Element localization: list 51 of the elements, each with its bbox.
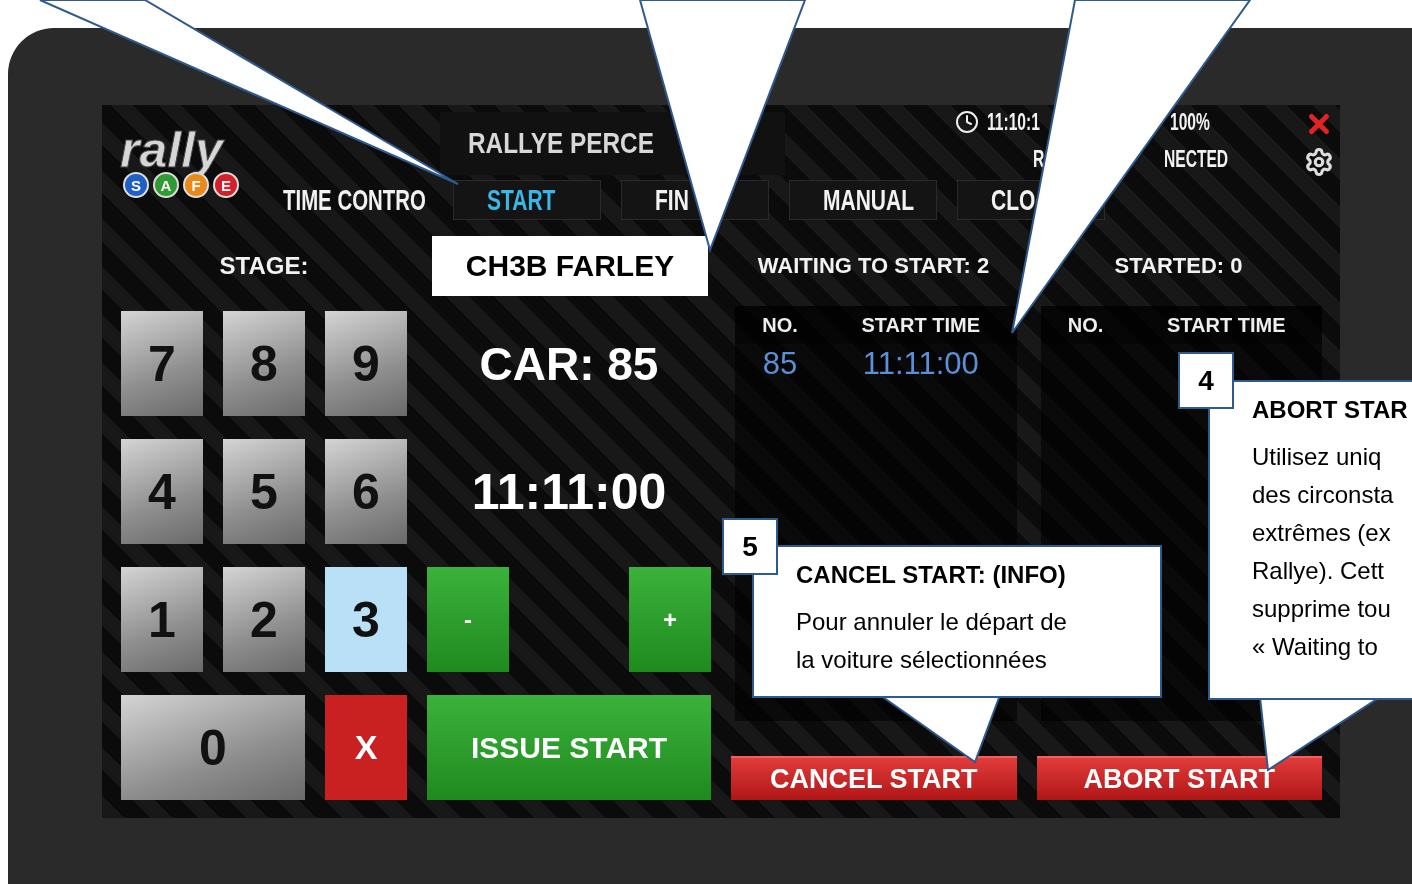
connection-status: NECTED — [1164, 145, 1229, 173]
callout-text: supprime tou — [1252, 594, 1392, 624]
keypad-key[interactable]: X — [325, 695, 407, 800]
callout-text: des circonsta — [1252, 480, 1395, 510]
battery-level: 100% — [1170, 108, 1210, 136]
action-button[interactable]: ABORT START — [1036, 756, 1322, 800]
callout-text: Rallye). Cett — [1252, 556, 1386, 586]
start-time: 11:11:00 — [470, 462, 668, 522]
callout-title: CANCEL START: (INFO) — [796, 561, 1067, 589]
callout-number: 4 — [1178, 352, 1234, 409]
callout-number: 5 — [722, 518, 778, 575]
tab[interactable]: START — [453, 180, 601, 220]
table-cell-text: 11:11:00 — [861, 346, 980, 382]
issue-start-button[interactable]: ISSUE START — [427, 695, 711, 800]
event-title: RALLYE PERCE — [468, 127, 654, 160]
waiting-count: WAITING TO START: 2 — [757, 252, 990, 279]
callout-text: Utilisez uniq — [1252, 442, 1383, 472]
keypad-key[interactable]: 9 — [325, 311, 407, 416]
connection-status: R — [1033, 145, 1045, 173]
keypad-key[interactable]: 1 — [121, 567, 203, 672]
settings-icon[interactable] — [1304, 147, 1334, 177]
keypad-key[interactable]: 6 — [325, 439, 407, 544]
callout-text: Pour annuler le départ de — [796, 607, 1068, 637]
keypad-key[interactable]: 8 — [223, 311, 305, 416]
increment-button[interactable]: + — [629, 567, 711, 672]
keypad-key[interactable]: 2 — [223, 567, 305, 672]
stage-label: STAGE: — [219, 251, 309, 280]
keypad-key[interactable]: 0 — [121, 695, 305, 800]
callout-title: ABORT STAR — [1252, 396, 1409, 424]
keypad-key[interactable]: 4 — [121, 439, 203, 544]
car-number: CAR: 85 — [478, 336, 660, 392]
clock-time: 11:10:1 — [987, 108, 1040, 136]
keypad-key[interactable]: 7 — [121, 311, 203, 416]
callout-text: la voiture sélectionnées — [796, 645, 1048, 675]
action-button[interactable]: CANCEL START — [731, 756, 1017, 800]
callout-text: extrêmes (ex — [1252, 518, 1392, 548]
column-header: START TIME — [1166, 313, 1287, 337]
callout-text: « Waiting to — [1252, 632, 1379, 662]
keypad-key[interactable]: 3 — [325, 567, 407, 672]
keypad-key[interactable]: 5 — [223, 439, 305, 544]
column-header: NO. — [761, 313, 799, 337]
decrement-button[interactable]: - — [427, 567, 509, 672]
tab[interactable]: MANUAL — [789, 180, 937, 220]
stage-field[interactable]: CH3B FARLEY — [432, 235, 708, 296]
clock-icon — [955, 110, 979, 134]
column-header: START TIME — [860, 313, 981, 337]
table-cell-text: 85 — [761, 346, 799, 382]
tab-section-label: TIME CONTRO — [283, 183, 426, 217]
started-count: STARTED: 0 — [1114, 252, 1243, 279]
column-header: NO. — [1066, 313, 1105, 337]
logo: rally S A F E — [108, 123, 268, 203]
